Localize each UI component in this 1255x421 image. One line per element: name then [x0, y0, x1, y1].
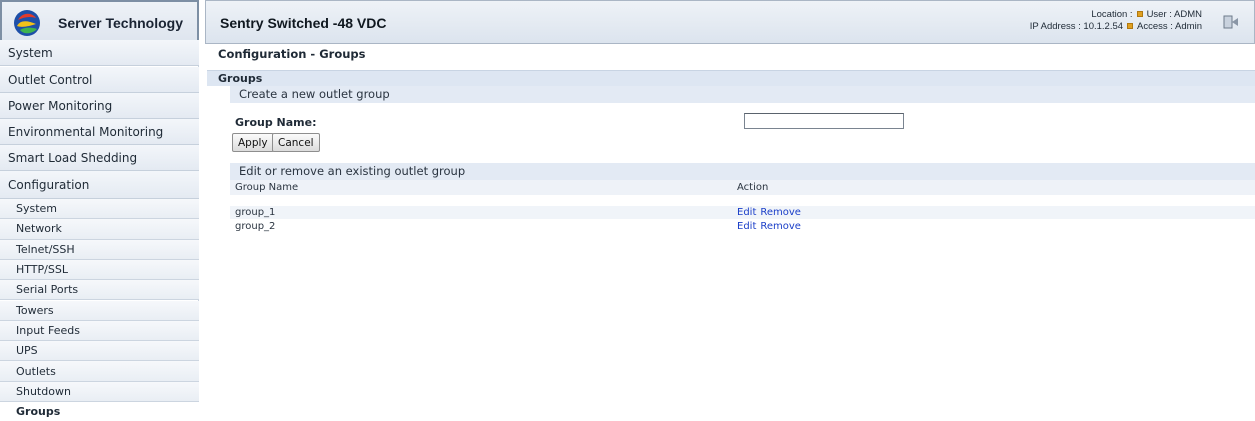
- column-header-group-name: Group Name: [235, 182, 299, 193]
- edit-group-heading: Edit or remove an existing outlet group: [230, 163, 1255, 180]
- create-group-heading: Create a new outlet group: [230, 86, 1255, 103]
- group-name-input[interactable]: [744, 113, 904, 129]
- sidebar-subitem-telnet-ssh[interactable]: Telnet/SSH: [0, 239, 199, 260]
- user-label: User : ADMN: [1146, 9, 1202, 20]
- group-name-cell: group_1: [235, 207, 276, 218]
- access-label: Access : Admin: [1137, 21, 1202, 32]
- sidebar-item-power-monitoring[interactable]: Power Monitoring: [0, 93, 199, 119]
- sidebar-item-outlet-control[interactable]: Outlet Control: [0, 67, 199, 93]
- groups-table-header: Group Name Action: [230, 180, 1255, 195]
- top-header: Sentry Switched -48 VDC Location : User :…: [205, 0, 1255, 44]
- status-dot-icon: [1127, 23, 1134, 30]
- sidebar-item-configuration[interactable]: Configuration: [0, 171, 199, 199]
- group-name-label: Group Name:: [235, 116, 317, 129]
- sidebar-subitem-groups[interactable]: Groups: [0, 402, 199, 421]
- edit-link[interactable]: Edit: [737, 207, 756, 218]
- device-title: Sentry Switched -48 VDC: [220, 15, 387, 31]
- status-dot-icon: [1136, 11, 1143, 18]
- section-title-groups: Groups: [207, 70, 1255, 86]
- sidebar-subitem-shutdown[interactable]: Shutdown: [0, 381, 199, 402]
- sidebar-subitem-outlets[interactable]: Outlets: [0, 361, 199, 382]
- location-label: Location :: [1091, 9, 1133, 20]
- session-info: Location : User : ADMN IP Address : 10.1.…: [1030, 9, 1202, 33]
- action-cell: Edit Remove: [737, 206, 801, 219]
- remove-link[interactable]: Remove: [760, 221, 801, 232]
- page-title: Configuration - Groups: [218, 47, 366, 61]
- server-technology-logo-icon: [14, 10, 40, 36]
- remove-link[interactable]: Remove: [760, 207, 801, 218]
- table-row: group_2 Edit Remove: [230, 220, 1255, 233]
- sidebar-subitem-towers[interactable]: Towers: [0, 300, 199, 321]
- logout-icon[interactable]: [1222, 13, 1240, 31]
- column-header-action: Action: [737, 182, 769, 193]
- apply-button[interactable]: Apply: [232, 133, 274, 152]
- sidebar-subitem-system[interactable]: System: [0, 199, 199, 220]
- group-name-cell: group_2: [235, 221, 276, 232]
- brand-name: Server Technology: [58, 15, 184, 31]
- sidebar-item-smart-load-shedding[interactable]: Smart Load Shedding: [0, 145, 199, 171]
- table-row: group_1 Edit Remove: [230, 206, 1255, 219]
- sidebar-subitem-input-feeds[interactable]: Input Feeds: [0, 320, 199, 342]
- cancel-button[interactable]: Cancel: [272, 133, 320, 152]
- action-cell: Edit Remove: [737, 220, 801, 233]
- sidebar: Server Technology System Outlet Control …: [0, 0, 199, 421]
- sidebar-subitem-serial-ports[interactable]: Serial Ports: [0, 280, 199, 301]
- sidebar-subitem-http-ssl[interactable]: HTTP/SSL: [0, 259, 199, 281]
- sidebar-subitem-network[interactable]: Network: [0, 219, 199, 240]
- sidebar-item-system[interactable]: System: [0, 40, 199, 66]
- edit-link[interactable]: Edit: [737, 221, 756, 232]
- sidebar-item-environmental-monitoring[interactable]: Environmental Monitoring: [0, 119, 199, 145]
- sidebar-subitem-ups[interactable]: UPS: [0, 341, 199, 362]
- ip-address-label: IP Address : 10.1.2.54: [1029, 21, 1124, 32]
